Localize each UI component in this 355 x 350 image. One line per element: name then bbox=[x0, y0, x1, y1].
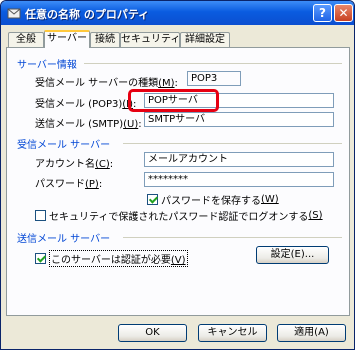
checkbox-box[interactable] bbox=[147, 194, 158, 205]
spa-logon-label: セキュリティで保護されたパスワード認証でログオンする bbox=[49, 212, 309, 223]
title-bar[interactable]: 任意の名称 のプロパティ ? ✕ bbox=[1, 1, 354, 25]
spa-logon-checkbox[interactable]: セキュリティで保護されたパスワード認証でログオンする (S) bbox=[35, 208, 323, 223]
password-input[interactable]: ******** bbox=[144, 172, 334, 187]
cancel-button[interactable]: キャンセル bbox=[198, 324, 267, 342]
tab-servers[interactable]: サーバー bbox=[44, 30, 90, 48]
group-divider bbox=[84, 63, 342, 64]
checkbox-box[interactable] bbox=[35, 253, 46, 264]
group-outgoing-server: 送信メール サーバー bbox=[17, 234, 111, 245]
outgoing-server-input[interactable]: SMTPサーバ bbox=[144, 112, 334, 127]
window-title: 任意の名称 のプロパティ bbox=[25, 8, 150, 21]
apply-button[interactable]: 適用(A) bbox=[277, 324, 346, 342]
remember-password-label: パスワードを保存する bbox=[161, 196, 261, 207]
incoming-type-label: 受信メール サーバーの種類(M): bbox=[35, 78, 178, 89]
group-divider bbox=[123, 237, 342, 238]
mail-account-icon bbox=[7, 8, 21, 19]
smtp-settings-button[interactable]: 設定(E)... bbox=[256, 246, 329, 264]
password-label: パスワード(P): bbox=[35, 179, 103, 190]
spa-logon-key: (S) bbox=[308, 210, 323, 221]
checkbox-box[interactable] bbox=[35, 210, 46, 221]
tab-security[interactable]: セキュリティ bbox=[120, 32, 180, 47]
account-name-input[interactable]: メールアカウント bbox=[144, 152, 334, 167]
remember-password-checkbox[interactable]: パスワードを保存する (W) bbox=[147, 192, 279, 207]
incoming-server-type-field: POP3 bbox=[187, 71, 241, 86]
smtp-auth-checkbox[interactable]: このサーバーは認証が必要(V) bbox=[35, 250, 188, 267]
smtp-auth-label: このサーバーは認証が必要(V) bbox=[49, 250, 188, 267]
remember-password-key: (W) bbox=[261, 194, 279, 205]
group-incoming-server: 受信メール サーバー bbox=[17, 140, 111, 151]
group-divider bbox=[123, 143, 342, 144]
tab-general[interactable]: 全般 bbox=[8, 32, 44, 47]
highlight-annotation bbox=[128, 89, 219, 112]
help-button[interactable]: ? bbox=[313, 4, 332, 22]
account-name-label: アカウント名(C): bbox=[35, 159, 114, 170]
ok-button[interactable]: OK bbox=[118, 324, 187, 342]
incoming-server-label: 受信メール (POP3)(I): bbox=[35, 99, 137, 110]
group-server-info: サーバー情報 bbox=[17, 60, 77, 71]
outgoing-server-label: 送信メール (SMTP)(U): bbox=[35, 119, 142, 130]
tab-connection[interactable]: 接続 bbox=[90, 32, 120, 47]
properties-dialog: 任意の名称 のプロパティ ? ✕ 全般 サーバー 接続 セキュリティ 詳細設定 … bbox=[0, 0, 355, 350]
close-button[interactable]: ✕ bbox=[334, 4, 353, 22]
tab-advanced[interactable]: 詳細設定 bbox=[180, 32, 230, 47]
